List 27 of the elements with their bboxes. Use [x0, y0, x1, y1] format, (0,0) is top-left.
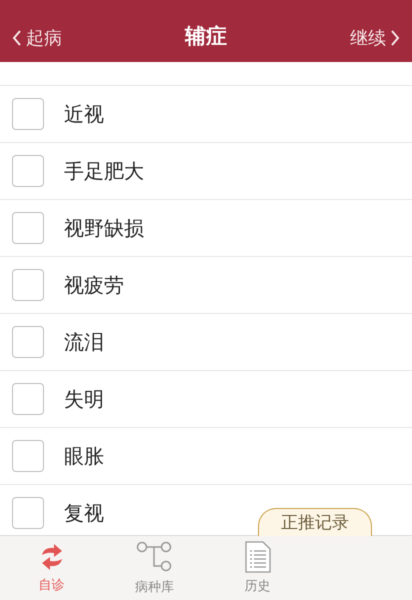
checkbox[interactable] — [12, 383, 44, 415]
symptom-label: 失明 — [64, 386, 104, 412]
continue-link[interactable]: 继续 — [227, 26, 400, 50]
symptom-label: 眼胀 — [64, 442, 104, 470]
checkbox[interactable] — [12, 440, 44, 472]
tab-item[interactable]: 病种库 — [103, 536, 206, 600]
checkbox[interactable] — [12, 326, 44, 358]
checkbox[interactable] — [12, 269, 44, 301]
checkbox[interactable] — [12, 497, 44, 529]
symptom-label: 复视 — [64, 500, 104, 526]
symptom-label: 近视 — [64, 100, 104, 128]
checkbox[interactable] — [12, 155, 44, 187]
chevron-left-icon — [12, 30, 22, 46]
tab-item[interactable]: 自诊 — [0, 536, 103, 600]
symptom-label: 视野缺损 — [64, 214, 144, 242]
branch-icon — [136, 540, 174, 574]
tab-item[interactable]: 历史 — [206, 536, 309, 600]
symptom-label: 流泪 — [64, 328, 104, 356]
record-tab[interactable]: 正推记录 — [258, 508, 372, 536]
back-link[interactable]: 起病 — [12, 26, 185, 50]
symptom-label: 视疲劳 — [64, 272, 124, 298]
checkbox[interactable] — [12, 98, 44, 130]
document-icon — [244, 541, 270, 573]
symptom-label: 手足肥大 — [64, 158, 144, 184]
checkbox[interactable] — [12, 212, 44, 244]
page-title: 辅症 — [185, 23, 227, 50]
chevron-right-icon — [390, 30, 400, 46]
